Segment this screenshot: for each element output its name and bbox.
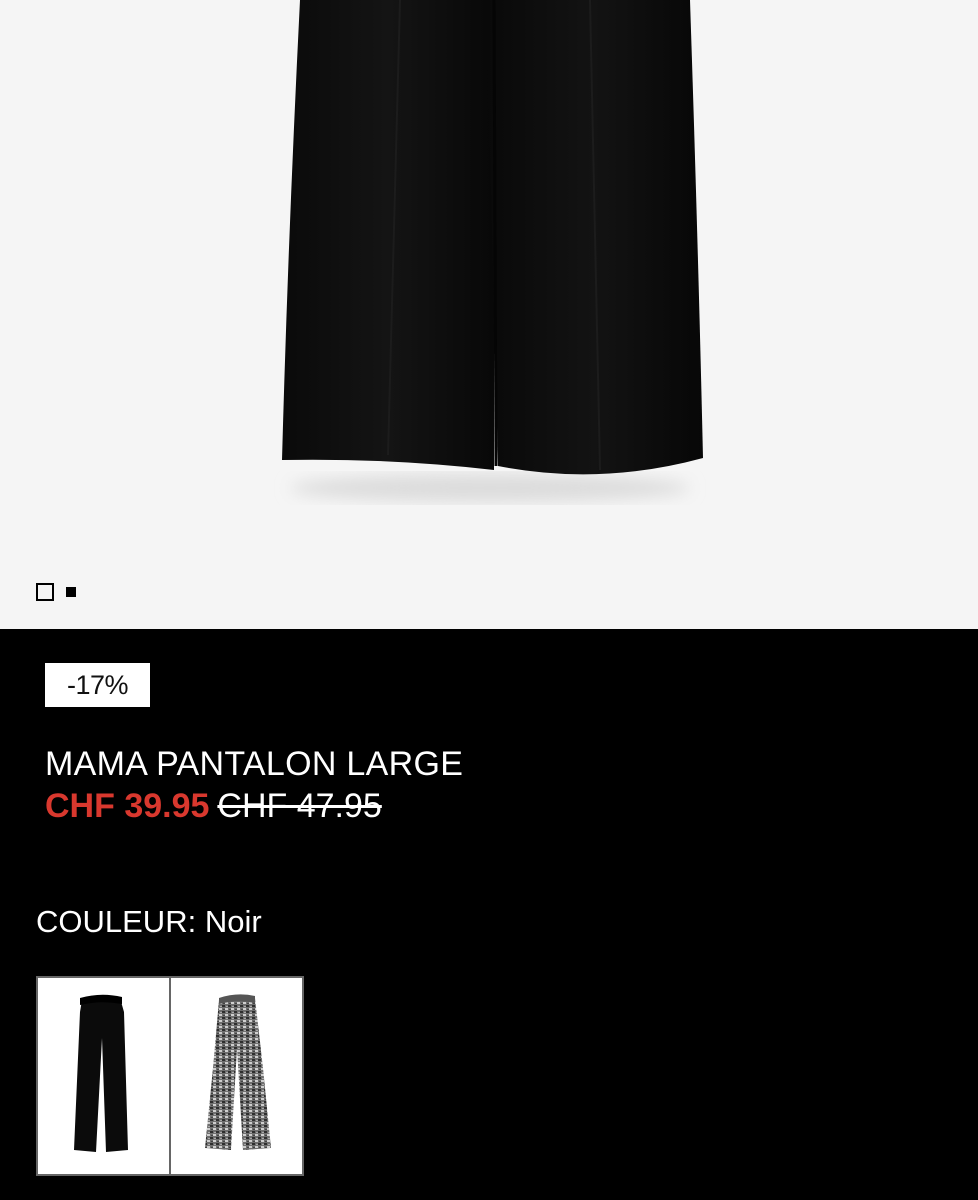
product-photo (282, 0, 703, 502)
gallery-pagination (36, 583, 76, 601)
product-title: MAMA PANTALON LARGE (45, 745, 464, 783)
black-trousers-thumbnail (74, 994, 128, 1152)
gallery-dot-2[interactable] (66, 587, 76, 597)
swatch-grey-tweed[interactable] (169, 978, 302, 1174)
color-swatches (36, 976, 304, 1176)
color-label: COULEUR: (36, 904, 197, 939)
color-value: Noir (204, 904, 262, 939)
product-info-panel: -17% MAMA PANTALON LARGE CHF 39.95 CHF 47… (0, 629, 978, 1200)
gallery-dot-1[interactable] (36, 583, 54, 601)
price-row: CHF 39.95 CHF 47.95 (45, 787, 382, 826)
swatch-black[interactable] (38, 978, 169, 1174)
grey-tweed-trousers-thumbnail (205, 994, 271, 1150)
color-selection-label: COULEUR: Noir (36, 904, 262, 940)
discount-badge: -17% (45, 663, 150, 707)
original-price: CHF 47.95 (217, 787, 382, 825)
sale-price: CHF 39.95 (45, 787, 210, 825)
product-image-gallery[interactable] (0, 0, 978, 629)
